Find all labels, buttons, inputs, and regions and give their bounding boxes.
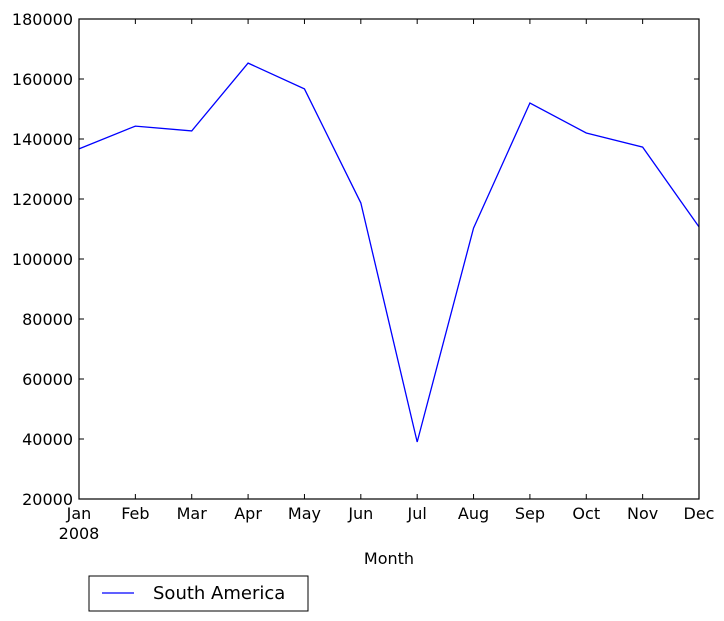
x-axis-label: Month [364, 549, 414, 568]
x-tick-label: Jun [347, 504, 373, 523]
x-tick-label: Feb [121, 504, 149, 523]
y-tick-label: 160000 [12, 70, 73, 89]
x-tick-label: Dec [684, 504, 715, 523]
x-tick-label: May [288, 504, 321, 523]
line-chart: Jan Feb Mar Apr May Jun Jul Aug Sep Oct Nov Dec 200… [12, 10, 715, 612]
x-tick-label: Sep [515, 504, 545, 523]
y-tick-label: 20000 [22, 490, 73, 509]
x-tick-label: Apr [234, 504, 262, 523]
x-tick-label: Jul [407, 504, 427, 523]
y-tick-label: 180000 [12, 10, 73, 29]
plot-frame [78, 18, 700, 500]
series-line-south-america [78, 62, 700, 443]
y-tick-label: 80000 [22, 310, 73, 329]
x-tick-label: Aug [458, 504, 489, 523]
y-tick-label: 120000 [12, 190, 73, 209]
x-sublabel: 2008 [59, 524, 100, 543]
y-tick-label: 40000 [22, 430, 73, 449]
x-tick-label: Nov [627, 504, 658, 523]
y-tick-label: 100000 [12, 250, 73, 269]
y-tick-label: 60000 [22, 370, 73, 389]
x-tick-label: Mar [177, 504, 208, 523]
legend-label-south-america: South America [153, 583, 285, 604]
y-tick-label: 140000 [12, 130, 73, 149]
x-tick-label: Oct [572, 504, 600, 523]
legend: South America [88, 575, 309, 612]
